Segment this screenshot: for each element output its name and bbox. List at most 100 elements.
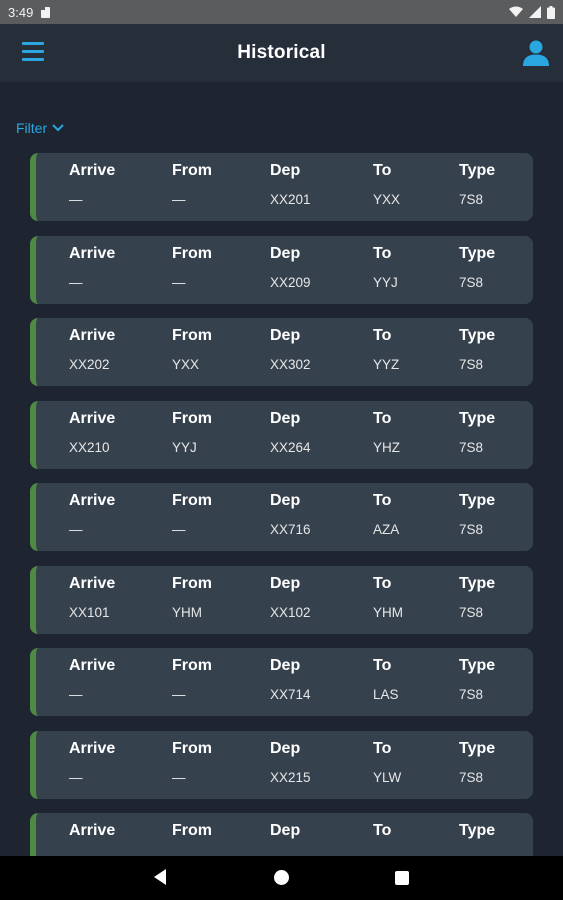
column-header-to: To: [373, 822, 392, 839]
value-type: 7S8: [459, 439, 484, 455]
value-arrive: XX210: [69, 439, 110, 455]
column-header-arrive: Arrive: [69, 162, 116, 179]
app-bar: Historical: [0, 24, 563, 82]
flight-card[interactable]: Arrive — From — Dep XX714 To LAS Type 7S8: [30, 648, 533, 716]
sd-card-icon: [41, 6, 51, 18]
column-header-type: Type: [459, 244, 496, 262]
column-header-from: From: [172, 657, 212, 674]
column-header-arrive: Arrive: [69, 739, 116, 757]
column-header-from: From: [172, 409, 212, 427]
flight-list: Arrive — From — Dep XX201 To YXX Type 7S8 Arrive — F…: [30, 153, 533, 856]
column-header-dep: Dep: [270, 409, 301, 427]
column-header-from: From: [172, 327, 212, 344]
column-header-arrive: Arrive: [69, 492, 116, 509]
filter-button[interactable]: Filter: [16, 120, 64, 136]
column-header-to: To: [373, 492, 392, 509]
value-arrive: —: [69, 769, 83, 785]
flight-card[interactable]: Arrive — From — Dep XX215 To YLW Type 7S8: [30, 730, 533, 799]
value-arrive: XX202: [69, 357, 110, 372]
value-from: YXX: [172, 357, 200, 372]
battery-icon: [547, 5, 555, 19]
flight-card[interactable]: Arrive — From — Dep XX716 To AZA Type 7S8: [30, 483, 533, 551]
column-header-dep: Dep: [270, 327, 301, 344]
recents-icon[interactable]: [395, 871, 409, 885]
value-to: YLW: [373, 769, 402, 785]
column-header-from: From: [172, 244, 212, 262]
column-header-from: From: [172, 574, 212, 592]
flight-card[interactable]: Arrive — From — Dep XX209 To YYJ Type 7S8: [30, 235, 533, 304]
column-header-dep: Dep: [270, 162, 301, 179]
column-header-dep: Dep: [270, 574, 301, 592]
flight-card[interactable]: Arrive XX101 From YHM Dep XX102 To YHM Type 7S8: [30, 565, 533, 634]
flight-card[interactable]: Arrive — From — Dep XX201 To YXX Type 7S8: [30, 153, 533, 221]
value-to: LAS: [373, 687, 399, 702]
column-header-to: To: [373, 244, 392, 262]
value-to: YHZ: [373, 439, 400, 455]
flight-card[interactable]: Arrive XX210 From YYJ Dep XX264 To YHZ Type 7S8: [30, 400, 533, 469]
signal-icon: [529, 6, 541, 18]
value-type: 7S8: [459, 769, 484, 785]
wifi-icon: [509, 6, 523, 17]
column-header-type: Type: [459, 492, 496, 509]
value-type: 7S8: [459, 522, 484, 537]
value-dep: XX716: [270, 522, 311, 537]
column-header-dep: Dep: [270, 492, 301, 509]
column-header-arrive: Arrive: [69, 409, 116, 427]
column-header-to: To: [373, 657, 392, 674]
column-header-from: From: [172, 492, 212, 509]
value-from: YYJ: [172, 439, 197, 455]
column-header-arrive: Arrive: [69, 657, 116, 674]
page-title: Historical: [237, 42, 326, 63]
chevron-down-icon: [52, 124, 64, 132]
column-header-type: Type: [459, 657, 496, 674]
column-header-type: Type: [459, 822, 496, 839]
value-type: 7S8: [459, 274, 484, 290]
home-icon[interactable]: [274, 870, 289, 885]
column-header-to: To: [373, 574, 392, 592]
column-header-to: To: [373, 327, 392, 344]
value-arrive: —: [69, 192, 83, 207]
value-to: YYJ: [373, 274, 398, 290]
value-arrive: —: [69, 687, 83, 702]
value-to: YYZ: [373, 357, 400, 372]
value-from: —: [172, 274, 186, 290]
value-arrive: —: [69, 522, 83, 537]
value-to: AZA: [373, 522, 400, 537]
column-header-arrive: Arrive: [69, 244, 116, 262]
column-header-type: Type: [459, 739, 496, 757]
value-dep: XX209: [270, 274, 311, 290]
value-dep: XX264: [270, 439, 311, 455]
value-dep: XX302: [270, 357, 311, 372]
value-dep: XX714: [270, 687, 311, 702]
column-header-dep: Dep: [270, 739, 301, 757]
account-icon[interactable]: [523, 39, 549, 67]
flight-card[interactable]: Arrive XX202 From YXX Dep XX302 To YYZ Type 7S8: [30, 318, 533, 386]
value-to: YXX: [373, 192, 401, 207]
flight-card[interactable]: Arrive From Dep To Type: [30, 813, 533, 856]
back-icon[interactable]: [152, 868, 168, 886]
filter-label: Filter: [16, 120, 48, 136]
column-header-dep: Dep: [270, 244, 301, 262]
column-header-to: To: [373, 739, 392, 757]
system-nav-bar: [0, 856, 563, 900]
column-header-type: Type: [459, 162, 496, 179]
column-header-to: To: [373, 162, 392, 179]
value-type: 7S8: [459, 687, 484, 702]
value-dep: XX102: [270, 604, 311, 620]
column-header-from: From: [172, 739, 212, 757]
column-header-arrive: Arrive: [69, 574, 116, 592]
column-header-from: From: [172, 162, 212, 179]
value-dep: XX201: [270, 192, 311, 207]
value-arrive: XX101: [69, 604, 110, 620]
value-from: YHM: [172, 604, 202, 620]
value-from: —: [172, 769, 186, 785]
value-from: —: [172, 687, 186, 702]
value-dep: XX215: [270, 769, 311, 785]
value-to: YHM: [373, 604, 403, 620]
value-arrive: —: [69, 274, 83, 290]
column-header-dep: Dep: [270, 657, 301, 674]
status-time: 3:49: [8, 4, 34, 20]
value-type: 7S8: [459, 604, 484, 620]
content-area[interactable]: Filter Arrive — From — Dep XX201 To YXX Type 7S8 A…: [0, 82, 563, 856]
menu-icon[interactable]: [22, 42, 44, 62]
